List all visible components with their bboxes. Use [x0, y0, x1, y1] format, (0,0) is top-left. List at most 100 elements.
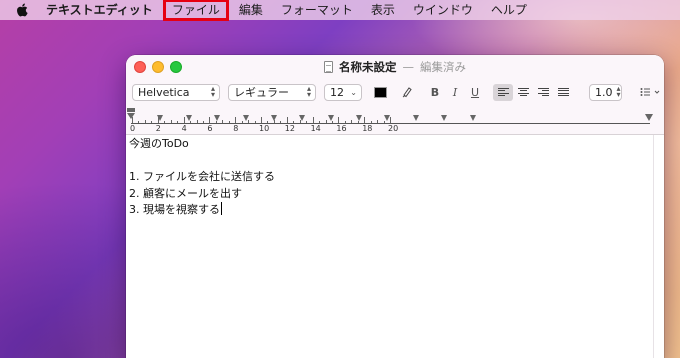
ruler-tick [351, 120, 353, 123]
menu-window[interactable]: ウインドウ [404, 0, 482, 20]
ruler-tick [254, 121, 256, 123]
align-right-button[interactable] [533, 84, 553, 101]
left-indent-marker[interactable] [127, 113, 135, 119]
menu-edit[interactable]: 編集 [230, 0, 272, 20]
tab-stop-marker[interactable] [242, 115, 249, 121]
list-bullets-icon[interactable] [638, 84, 664, 101]
tab-stop-marker[interactable] [327, 115, 334, 121]
ruler[interactable]: 0 2 4 6 8 10 12 14 16 18 20 [126, 105, 664, 135]
ruler-tick [202, 121, 204, 123]
font-style-select[interactable]: レギュラー ▴ ▾ [228, 83, 316, 101]
font-family-value: Helvetica [138, 85, 190, 99]
align-left-button[interactable] [493, 83, 513, 101]
document-icon [324, 61, 333, 73]
right-indent-marker[interactable] [645, 114, 653, 121]
apple-icon[interactable] [16, 2, 30, 18]
align-justify-icon [557, 87, 569, 97]
ruler-tick [357, 121, 359, 123]
ruler-tick [338, 117, 340, 123]
title-bar[interactable]: 名称未設定 — 編集済み [126, 55, 664, 79]
font-family-select[interactable]: Helvetica ▴ ▾ [132, 83, 220, 101]
tab-stop-marker[interactable] [185, 115, 192, 121]
align-center-button[interactable] [513, 84, 533, 101]
tab-stop-marker[interactable] [157, 115, 164, 121]
ruler-tick [306, 121, 308, 123]
line-spacing-value: 1.0 [595, 85, 613, 99]
menu-file[interactable]: ファイル [162, 0, 229, 21]
doc-line-5: 3. 現場を視察する [129, 202, 664, 219]
window-title: 名称未設定 — 編集済み [126, 55, 664, 79]
tab-stop-marker[interactable] [214, 115, 221, 121]
edited-status: 編集済み [420, 60, 466, 74]
ruler-tick [293, 121, 295, 123]
doc-line-3: 1. ファイルを会社に送信する [129, 170, 275, 183]
ruler-tick [370, 121, 372, 123]
ruler-tick [312, 117, 314, 123]
tab-stop-marker[interactable] [356, 115, 363, 121]
ruler-label: 8 [233, 124, 239, 133]
chevron-down-icon: ⌄ [350, 87, 357, 97]
underline-button[interactable]: U [465, 84, 485, 101]
ruler-label: 0 [130, 124, 136, 133]
ruler-tick [196, 120, 198, 123]
ruler-label: 2 [155, 124, 161, 133]
document-name[interactable]: 名称未設定 [339, 59, 397, 75]
updown-chevron-icon: ▴ ▾ [210, 84, 215, 99]
menu-app-name[interactable]: テキストエディット [46, 0, 162, 20]
menu-bar: テキストエディット ファイル 編集 フォーマット 表示 ウインドウ ヘルプ [0, 0, 680, 21]
text-caret [221, 202, 222, 215]
ruler-label: 4 [181, 124, 187, 133]
tab-stop-marker[interactable] [412, 115, 419, 121]
ruler-tick [319, 121, 321, 123]
ruler-tick [164, 121, 166, 123]
menu-view[interactable]: 表示 [362, 0, 404, 20]
updown-chevron-icon: ▴ ▾ [306, 84, 311, 99]
ruler-tick [228, 121, 230, 123]
text-color-well[interactable] [374, 86, 387, 98]
align-left-icon [497, 87, 509, 97]
ruler-tick [151, 121, 153, 123]
updown-chevron-icon: ▴ ▾ [616, 84, 621, 99]
ruler-tick [170, 120, 172, 123]
ruler-tick [280, 121, 282, 123]
tab-stop-marker[interactable] [384, 115, 391, 121]
tab-stop-marker[interactable] [441, 115, 448, 121]
ruler-label: 20 [388, 124, 399, 133]
tab-stop-marker[interactable] [299, 115, 306, 121]
ruler-label: 16 [336, 124, 347, 133]
ruler-tick [344, 121, 346, 123]
ruler-label: 18 [362, 124, 373, 133]
ruler-label: 10 [259, 124, 270, 133]
font-size-combo[interactable]: 12 ⌄ [324, 83, 362, 101]
ruler-label: 6 [207, 124, 213, 133]
document-text-area[interactable]: 今週のToDo 1. ファイルを会社に送信する 2. 顧客にメールを出す 3. … [126, 135, 664, 358]
ruler-tick [190, 121, 192, 123]
align-justify-button[interactable] [553, 84, 573, 101]
textedit-window: 名称未設定 — 編集済み Helvetica ▴ ▾ レギュラー ▴ ▾ 12 ⌄ … [126, 55, 664, 358]
ruler-label: 14 [310, 124, 321, 133]
ruler-tick [222, 120, 224, 123]
italic-button[interactable]: I [445, 84, 465, 101]
highlight-pen-icon[interactable] [397, 84, 417, 101]
align-center-icon [517, 87, 529, 97]
ruler-tick [241, 121, 243, 123]
page-edge [653, 135, 654, 358]
doc-line-1: 今週のToDo [129, 137, 189, 150]
ruler-tick [325, 120, 327, 123]
ruler-tick [331, 121, 333, 123]
ruler-tick [267, 121, 269, 123]
line-spacing-select[interactable]: 1.0 ▴ ▾ [589, 83, 622, 101]
bold-button[interactable]: B [425, 84, 445, 101]
menu-help[interactable]: ヘルプ [482, 0, 536, 20]
title-separator: — [402, 60, 415, 74]
ruler-tick [209, 117, 211, 123]
font-style-value: レギュラー [234, 86, 289, 99]
ruler-tick [383, 121, 385, 123]
align-right-icon [537, 87, 549, 97]
menu-format[interactable]: フォーマット [272, 0, 362, 20]
first-line-indent-marker[interactable] [127, 108, 135, 112]
doc-line-4: 2. 顧客にメールを出す [129, 186, 242, 200]
ruler-tick [364, 117, 366, 123]
tab-stop-marker[interactable] [469, 115, 476, 121]
tab-stop-marker[interactable] [270, 115, 277, 121]
